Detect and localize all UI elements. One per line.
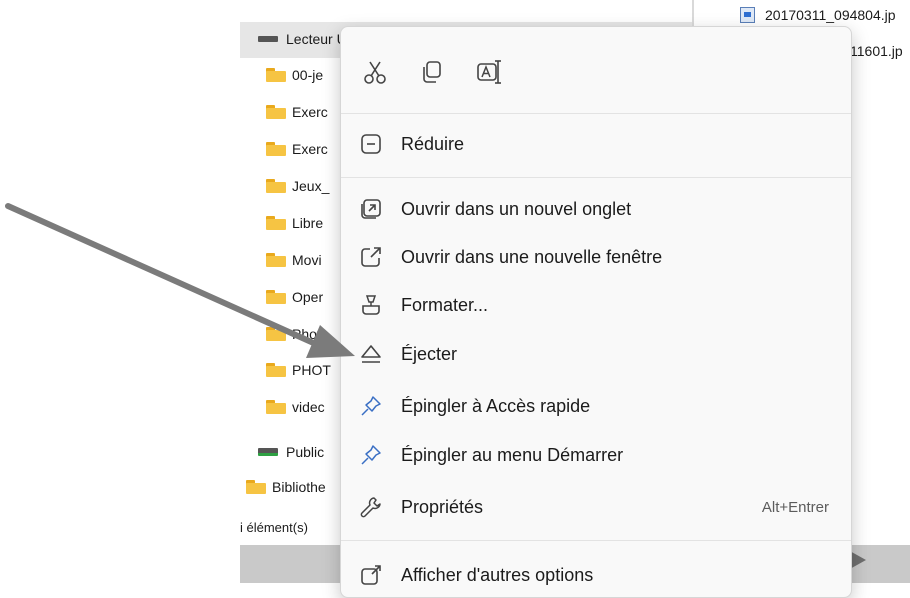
folder-icon bbox=[266, 253, 286, 267]
cut-button[interactable] bbox=[361, 58, 389, 86]
tree-item-label: Photo bbox=[292, 326, 329, 342]
tree-item-label: Public bbox=[286, 444, 325, 460]
rename-button[interactable] bbox=[475, 58, 503, 86]
folder-icon bbox=[266, 142, 286, 156]
tree-item-label: Oper bbox=[292, 289, 324, 305]
new-tab-icon bbox=[359, 197, 383, 221]
pin-icon bbox=[359, 443, 383, 467]
tree-item-folder[interactable]: Jeux_ bbox=[266, 174, 329, 198]
menu-item-label: Réduire bbox=[401, 133, 465, 154]
tree-item-label: videc bbox=[292, 399, 325, 415]
tree-item-folder[interactable]: Libre bbox=[266, 211, 323, 235]
menu-divider bbox=[341, 177, 851, 178]
tree-item-label: 00-je bbox=[292, 67, 324, 83]
tree-item-folder[interactable]: Exerc bbox=[266, 137, 328, 161]
menu-divider bbox=[341, 113, 851, 114]
tree-item-label: Bibliothe bbox=[272, 479, 326, 495]
collapse-icon bbox=[359, 132, 383, 156]
menu-item-pin-quick-access[interactable]: Épingler à Accès rapide bbox=[341, 384, 851, 428]
new-window-icon bbox=[359, 245, 383, 269]
menu-item-label: Afficher d'autres options bbox=[401, 564, 594, 585]
menu-item-eject[interactable]: Éjecter bbox=[341, 332, 851, 376]
file-list-item[interactable]: 20170311_094804.jp bbox=[740, 7, 896, 23]
menu-item-label: Ouvrir dans une nouvelle fenêtre bbox=[401, 246, 663, 267]
tree-item-label: Exerc bbox=[292, 104, 328, 120]
tree-item-public-drive[interactable]: Public bbox=[258, 440, 324, 464]
status-bar-count: i élément(s) bbox=[240, 520, 308, 535]
rename-icon bbox=[477, 60, 501, 84]
quick-actions-row bbox=[341, 27, 851, 113]
context-menu: Réduire Ouvrir dans un nouvel onglet Ouv… bbox=[340, 26, 852, 598]
tree-item-libraries[interactable]: Bibliothe bbox=[246, 475, 326, 499]
folder-icon bbox=[266, 290, 286, 304]
menu-item-label: Épingler à Accès rapide bbox=[401, 395, 591, 416]
tree-item-folder[interactable]: 00-je bbox=[266, 63, 323, 87]
tree-item-folder[interactable]: Photo bbox=[266, 322, 329, 346]
menu-item-label: Ouvrir dans un nouvel onglet bbox=[401, 198, 632, 219]
menu-item-label: Formater... bbox=[401, 294, 489, 315]
copy-button[interactable] bbox=[417, 58, 445, 86]
copy-icon bbox=[423, 61, 441, 83]
image-file-icon bbox=[740, 7, 755, 23]
network-drive-icon bbox=[258, 448, 278, 456]
tree-item-label: PHOT bbox=[292, 362, 331, 378]
tree-item-label: Jeux_ bbox=[292, 178, 330, 194]
menu-item-pin-start[interactable]: Épingler au menu Démarrer bbox=[341, 433, 851, 477]
drive-icon bbox=[258, 36, 278, 42]
tree-item-folder[interactable]: PHOT bbox=[266, 358, 331, 382]
menu-item-label: Propriétés bbox=[401, 496, 484, 517]
tree-item-label: Exerc bbox=[292, 141, 328, 157]
tree-item-folder[interactable]: Movi bbox=[266, 248, 322, 272]
menu-item-format[interactable]: Formater... bbox=[341, 283, 851, 327]
tree-item-folder[interactable]: Oper bbox=[266, 285, 323, 309]
tree-item-folder[interactable]: Exerc bbox=[266, 100, 328, 124]
more-options-icon bbox=[359, 563, 383, 587]
eject-icon bbox=[359, 342, 383, 366]
tree-item-label: Libre bbox=[292, 215, 324, 231]
scissors-icon bbox=[364, 61, 386, 84]
library-folder-icon bbox=[246, 480, 266, 494]
wrench-icon bbox=[359, 495, 383, 519]
folder-icon bbox=[266, 216, 286, 230]
keyboard-shortcut: Alt+Entrer bbox=[761, 498, 829, 516]
folder-icon bbox=[266, 105, 286, 119]
folder-icon bbox=[266, 327, 286, 341]
file-name: 11601.jp bbox=[850, 43, 903, 59]
menu-item-collapse[interactable]: Réduire bbox=[341, 122, 851, 166]
menu-item-properties[interactable]: Propriétés Alt+Entrer bbox=[341, 485, 851, 529]
menu-item-open-new-window[interactable]: Ouvrir dans une nouvelle fenêtre bbox=[341, 235, 851, 279]
menu-item-open-new-tab[interactable]: Ouvrir dans un nouvel onglet bbox=[341, 187, 851, 231]
folder-icon bbox=[266, 68, 286, 82]
file-list-item[interactable]: 11601.jp bbox=[850, 43, 903, 59]
file-name: 20170311_094804.jp bbox=[765, 7, 896, 23]
tree-item-label: Movi bbox=[292, 252, 322, 268]
menu-item-label: Éjecter bbox=[401, 343, 458, 364]
pin-icon bbox=[359, 394, 383, 418]
folder-icon bbox=[266, 363, 286, 377]
menu-item-label: Épingler au menu Démarrer bbox=[401, 444, 624, 465]
tree-item-folder[interactable]: videc bbox=[266, 395, 325, 419]
folder-icon bbox=[266, 179, 286, 193]
format-icon bbox=[359, 293, 383, 317]
folder-icon bbox=[266, 400, 286, 414]
menu-divider bbox=[341, 540, 851, 541]
menu-item-more-options[interactable]: Afficher d'autres options bbox=[341, 553, 851, 597]
